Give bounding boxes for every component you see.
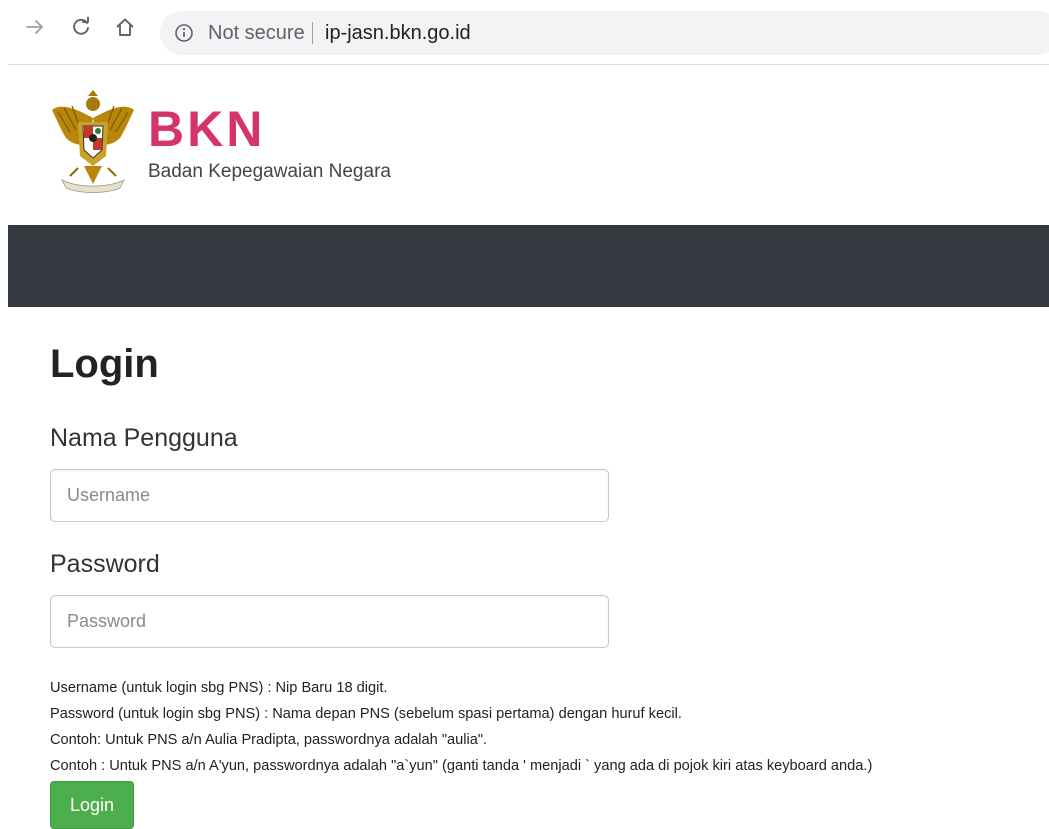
browser-toolbar: Not secure ip-jasn.bkn.go.id xyxy=(0,0,1049,64)
home-button[interactable] xyxy=(112,14,138,40)
navigation-bar xyxy=(8,225,1049,307)
reload-icon xyxy=(73,16,89,35)
password-input[interactable] xyxy=(50,595,609,648)
help-text-example-1: Contoh: Untuk PNS a/n Aulia Pradipta, pa… xyxy=(50,732,488,748)
brand-subtitle: Badan Kepegawaian Negara xyxy=(148,161,391,182)
forward-arrow-icon xyxy=(26,20,43,34)
brand-name: BKN xyxy=(148,101,266,157)
address-bar[interactable]: Not secure ip-jasn.bkn.go.id xyxy=(160,11,1049,55)
username-input[interactable] xyxy=(50,469,609,522)
address-divider xyxy=(312,22,313,44)
help-text-password: Password (untuk login sbg PNS) : Nama de… xyxy=(50,706,682,722)
toolbar-divider xyxy=(8,64,1049,65)
password-label: Password xyxy=(50,550,160,578)
help-text-username: Username (untuk login sbg PNS) : Nip Bar… xyxy=(50,680,388,696)
help-text-example-2: Contoh : Untuk PNS a/n A'yun, passwordny… xyxy=(50,758,873,774)
forward-button[interactable] xyxy=(22,14,48,40)
reload-button[interactable] xyxy=(68,14,94,40)
garuda-emblem-icon xyxy=(52,90,134,193)
security-status: Not secure xyxy=(208,22,305,44)
page-title: Login xyxy=(50,342,159,386)
home-icon xyxy=(116,18,134,36)
info-icon[interactable] xyxy=(174,23,194,43)
login-button[interactable]: Login xyxy=(50,781,134,829)
url-text[interactable]: ip-jasn.bkn.go.id xyxy=(325,23,471,43)
username-label: Nama Pengguna xyxy=(50,424,238,452)
